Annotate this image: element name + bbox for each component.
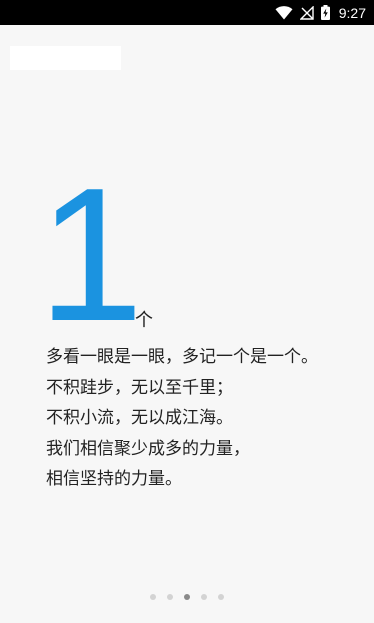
cellular-no-signal-icon <box>299 5 314 20</box>
quote-line: 不积跬步，无以至千里； <box>46 377 233 398</box>
page-indicator[interactable] <box>0 594 374 600</box>
status-bar: 9:27 <box>0 0 374 25</box>
wifi-icon <box>275 5 293 20</box>
status-icons: 9:27 <box>275 0 366 25</box>
page-dot[interactable] <box>167 594 173 600</box>
page-dot-active[interactable] <box>184 594 190 600</box>
guide-big-number: 1 <box>38 149 144 361</box>
quote-line: 我们相信聚少成多的力量， <box>46 438 250 459</box>
status-time: 9:27 <box>338 4 366 21</box>
header-placeholder <box>10 46 121 70</box>
quote-line: 不积小流，无以成江海。 <box>46 408 233 428</box>
page-dot[interactable] <box>201 594 207 600</box>
page-dot[interactable] <box>218 594 224 600</box>
onboarding-screen[interactable]: 9:27 1 个 多看一眼是一眼，多记一个是一个。 不积跬步，无以至千里； 不积… <box>0 0 374 623</box>
quote-line: 多看一眼是一眼，多记一个是一个。 <box>46 347 318 367</box>
quote-line: 相信坚持的力量。 <box>46 469 182 489</box>
battery-charging-icon <box>320 5 330 20</box>
guide-quote: 多看一眼是一眼，多记一个是一个。 不积跬步，无以至千里； 不积小流，无以成江海。… <box>46 342 366 495</box>
page-dot[interactable] <box>150 594 156 600</box>
guide-number-unit: 个 <box>135 310 153 331</box>
